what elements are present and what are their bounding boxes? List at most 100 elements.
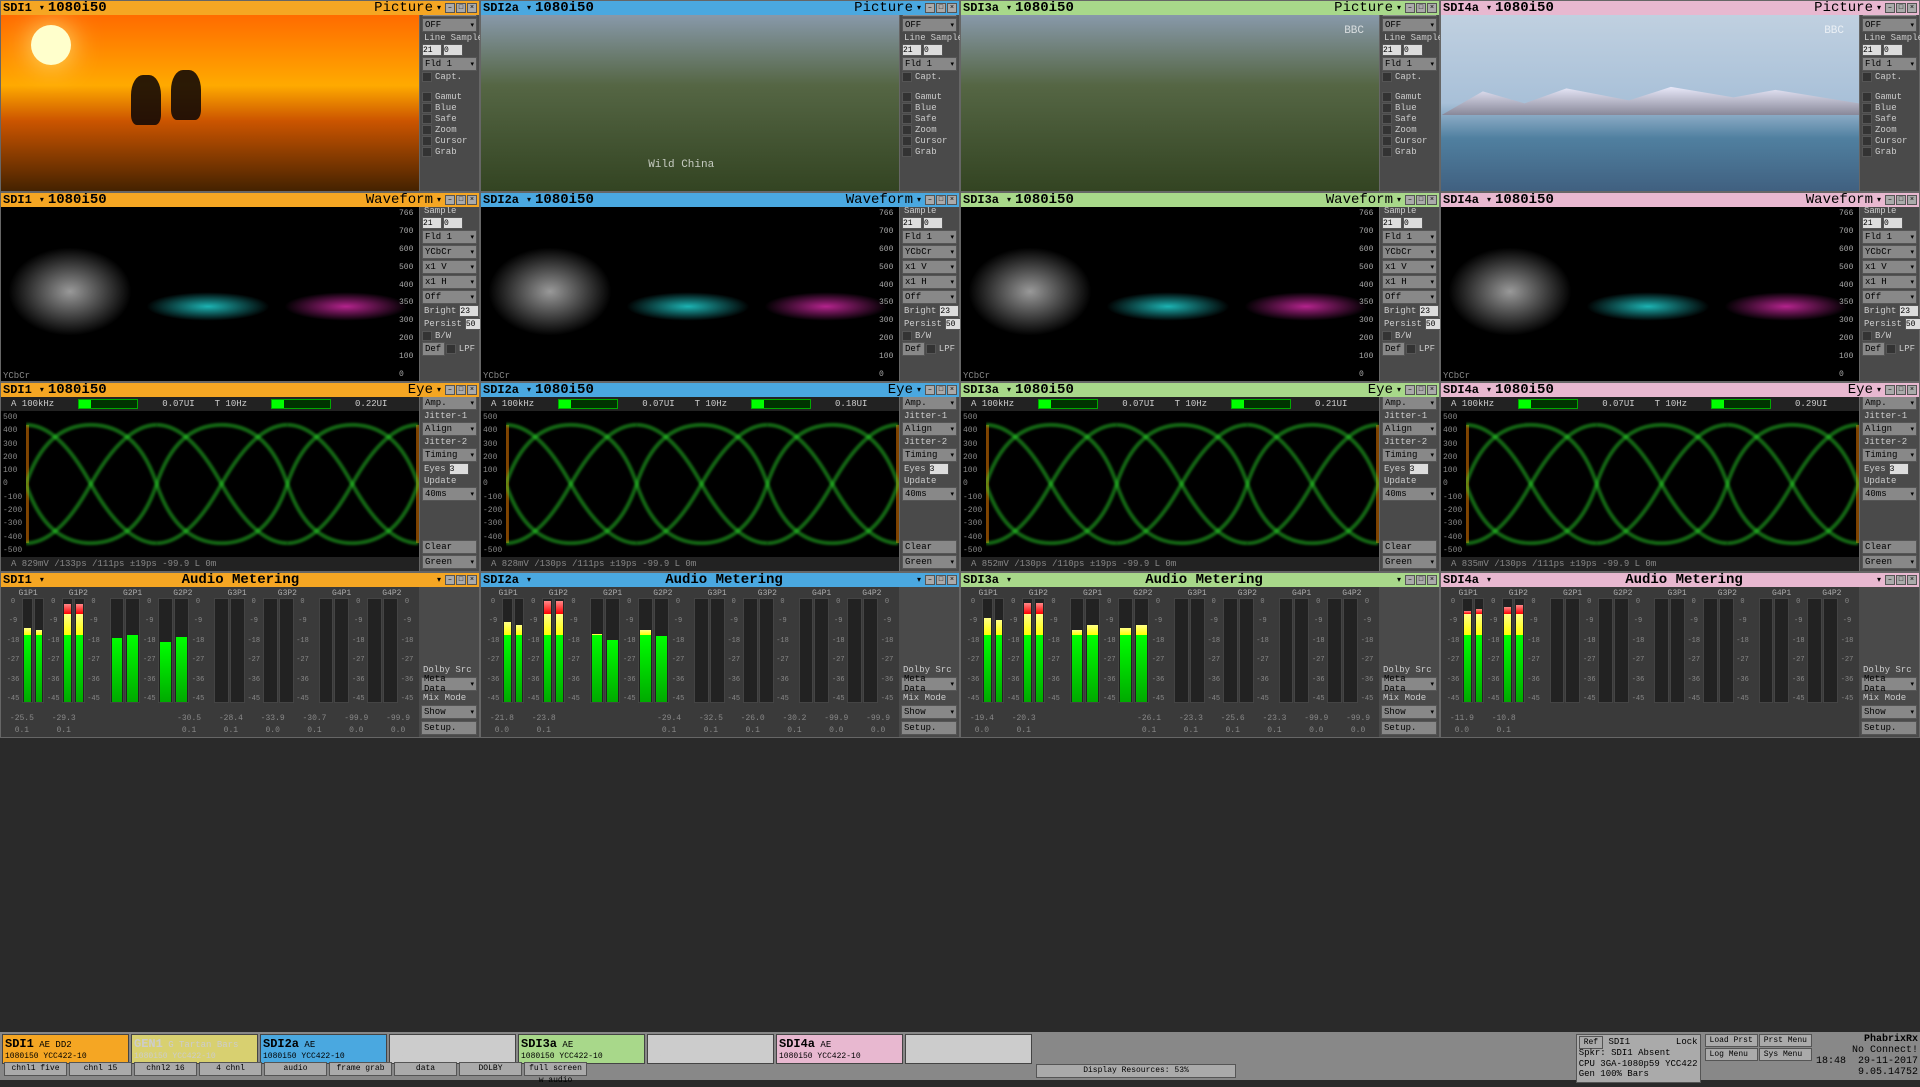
off-button[interactable]: OFF▾ bbox=[902, 18, 957, 32]
dropdown-icon[interactable]: ▾ bbox=[1007, 3, 1011, 13]
x1v-button[interactable]: x1 V▾ bbox=[422, 260, 477, 274]
minimize-icon[interactable]: – bbox=[445, 195, 455, 205]
dropdown-icon[interactable]: ▾ bbox=[437, 385, 441, 395]
green-button[interactable]: Green▾ bbox=[422, 555, 477, 569]
source-label[interactable]: SDI4a bbox=[1443, 193, 1479, 207]
panel-mode[interactable]: Eye bbox=[1368, 382, 1393, 398]
lpf-checkbox[interactable] bbox=[1406, 344, 1416, 354]
field-button[interactable]: Fld 1▾ bbox=[902, 57, 957, 71]
field-button[interactable]: Fld 1▾ bbox=[422, 57, 477, 71]
zoom-checkbox[interactable] bbox=[422, 125, 432, 135]
eyes-input[interactable] bbox=[1889, 463, 1909, 475]
dropdown-icon[interactable]: ▾ bbox=[1397, 385, 1401, 395]
maximize-icon[interactable]: □ bbox=[936, 3, 946, 13]
green-button[interactable]: Green▾ bbox=[902, 555, 957, 569]
x1h-button[interactable]: x1 H▾ bbox=[1862, 275, 1917, 289]
x1v-button[interactable]: x1 V▾ bbox=[1382, 260, 1437, 274]
maximize-icon[interactable]: □ bbox=[1896, 385, 1906, 395]
source-label[interactable]: SDI1 bbox=[3, 573, 32, 587]
sample-input[interactable] bbox=[443, 217, 463, 229]
dropdown-icon[interactable]: ▾ bbox=[917, 385, 921, 395]
source-label[interactable]: SDI1 bbox=[3, 1, 32, 15]
source-label[interactable]: SDI3a bbox=[963, 573, 999, 587]
dropdown-icon[interactable]: ▾ bbox=[1487, 385, 1491, 395]
close-icon[interactable]: × bbox=[1907, 195, 1917, 205]
source-label[interactable]: SDI3a bbox=[963, 193, 999, 207]
field-button[interactable]: Fld 1▾ bbox=[422, 230, 477, 244]
zoom-checkbox[interactable] bbox=[1862, 125, 1872, 135]
sample-input[interactable] bbox=[1883, 44, 1903, 56]
func-button[interactable]: data bbox=[394, 1062, 457, 1076]
dropdown-icon[interactable]: ▾ bbox=[1877, 3, 1881, 13]
eyes-input[interactable] bbox=[449, 463, 469, 475]
func-button[interactable]: audio bbox=[264, 1062, 327, 1076]
sample-input[interactable] bbox=[923, 217, 943, 229]
source-label[interactable]: SDI2a bbox=[483, 383, 519, 397]
setup-button[interactable]: Setup. bbox=[1381, 721, 1437, 735]
line-input[interactable] bbox=[1382, 44, 1402, 56]
line-input[interactable] bbox=[1382, 217, 1402, 229]
dropdown-icon[interactable]: ▾ bbox=[1007, 575, 1011, 585]
amp-button[interactable]: Amp.▾ bbox=[1382, 396, 1437, 410]
dropdown-icon[interactable]: ▾ bbox=[917, 3, 921, 13]
source-label[interactable]: SDI2a bbox=[483, 1, 519, 15]
bw-checkbox[interactable] bbox=[422, 331, 432, 341]
line-input[interactable] bbox=[422, 44, 442, 56]
panel-mode[interactable]: Audio Metering bbox=[48, 572, 433, 588]
eyes-input[interactable] bbox=[1409, 463, 1429, 475]
ycbcr-button[interactable]: YCbCr▾ bbox=[902, 245, 957, 259]
line-input[interactable] bbox=[902, 44, 922, 56]
eye-viewport[interactable]: A 100kHz0.07UI T 10Hz0.18UI 500400300200… bbox=[481, 383, 899, 571]
close-icon[interactable]: × bbox=[947, 575, 957, 585]
clear-button[interactable]: Clear bbox=[902, 540, 957, 554]
metadata-button[interactable]: Meta Data▾ bbox=[421, 677, 477, 691]
lpf-checkbox[interactable] bbox=[926, 344, 936, 354]
off-button[interactable]: Off▾ bbox=[902, 290, 957, 304]
grab-checkbox[interactable] bbox=[902, 147, 912, 157]
source-label[interactable]: SDI1 bbox=[3, 193, 32, 207]
panel-mode[interactable]: Waveform bbox=[1326, 192, 1393, 208]
x1v-button[interactable]: x1 V▾ bbox=[1862, 260, 1917, 274]
minimize-icon[interactable]: – bbox=[1405, 575, 1415, 585]
close-icon[interactable]: × bbox=[1427, 385, 1437, 395]
update-button[interactable]: 40ms▾ bbox=[902, 487, 957, 501]
panel-mode[interactable]: Waveform bbox=[366, 192, 433, 208]
maximize-icon[interactable]: □ bbox=[1416, 195, 1426, 205]
x1v-button[interactable]: x1 V▾ bbox=[902, 260, 957, 274]
safe-checkbox[interactable] bbox=[422, 114, 432, 124]
picture-viewport[interactable]: BBC bbox=[1441, 1, 1859, 191]
align-button[interactable]: Align▾ bbox=[1862, 422, 1917, 436]
close-icon[interactable]: × bbox=[1907, 3, 1917, 13]
off-button[interactable]: OFF▾ bbox=[1862, 18, 1917, 32]
dropdown-icon[interactable]: ▾ bbox=[437, 575, 441, 585]
source-label[interactable]: SDI2a bbox=[483, 193, 519, 207]
zoom-checkbox[interactable] bbox=[902, 125, 912, 135]
show-button[interactable]: Show▾ bbox=[1381, 705, 1437, 719]
dropdown-icon[interactable]: ▾ bbox=[1487, 575, 1491, 585]
source-box-SDI1[interactable]: SDI1 AE DD2 1080i50 YCC422-10 bbox=[2, 1034, 129, 1064]
dropdown-icon[interactable]: ▾ bbox=[1877, 195, 1881, 205]
def-button[interactable]: Def bbox=[422, 342, 445, 356]
panel-mode[interactable]: Waveform bbox=[846, 192, 913, 208]
menu-button[interactable]: Prst Menu bbox=[1759, 1034, 1812, 1047]
ycbcr-button[interactable]: YCbCr▾ bbox=[1382, 245, 1437, 259]
func-button[interactable]: chnl1 five bbox=[4, 1062, 67, 1076]
zoom-checkbox[interactable] bbox=[1382, 125, 1392, 135]
timing-button[interactable]: Timing▾ bbox=[422, 448, 477, 462]
line-input[interactable] bbox=[1862, 44, 1882, 56]
panel-mode[interactable]: Picture bbox=[1334, 0, 1393, 16]
setup-button[interactable]: Setup. bbox=[1861, 721, 1917, 735]
timing-button[interactable]: Timing▾ bbox=[1862, 448, 1917, 462]
amp-button[interactable]: Amp.▾ bbox=[902, 396, 957, 410]
cursor-checkbox[interactable] bbox=[902, 136, 912, 146]
close-icon[interactable]: × bbox=[1907, 575, 1917, 585]
bright-input[interactable] bbox=[1419, 305, 1439, 317]
minimize-icon[interactable]: – bbox=[925, 3, 935, 13]
minimize-icon[interactable]: – bbox=[1885, 575, 1895, 585]
capt-checkbox[interactable] bbox=[902, 72, 912, 82]
close-icon[interactable]: × bbox=[947, 195, 957, 205]
update-button[interactable]: 40ms▾ bbox=[1862, 487, 1917, 501]
maximize-icon[interactable]: □ bbox=[1896, 195, 1906, 205]
panel-mode[interactable]: Eye bbox=[408, 382, 433, 398]
close-icon[interactable]: × bbox=[1427, 3, 1437, 13]
